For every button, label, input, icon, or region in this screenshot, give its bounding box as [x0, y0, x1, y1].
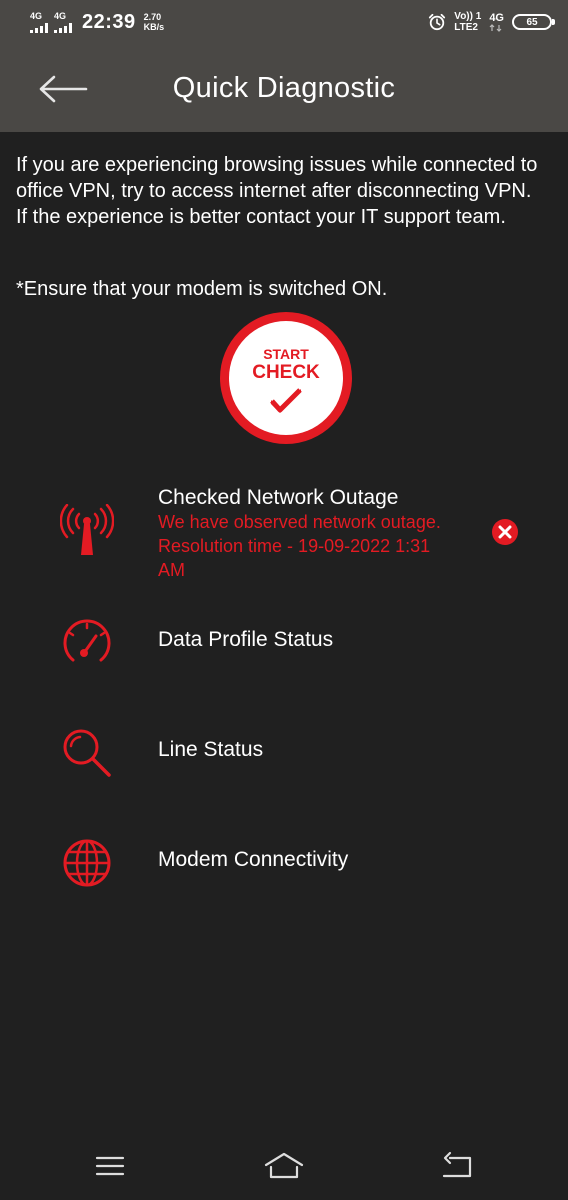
volte-indicator: Vo)) 1 LTE2: [454, 11, 481, 33]
menu-icon[interactable]: [88, 1150, 132, 1182]
check-label-network-outage: Checked Network Outage: [158, 486, 399, 509]
battery-level: 65: [526, 16, 538, 28]
network-outage-text: Checked Network Outage We have observed …: [158, 486, 478, 578]
battery-icon: 65: [512, 14, 555, 30]
volte-top-label: Vo)) 1: [454, 11, 482, 22]
check-item-network-outage[interactable]: Checked Network Outage We have observed …: [0, 486, 568, 578]
modem-note: *Ensure that your modem is switched ON.: [16, 278, 388, 300]
speedometer-icon: [63, 619, 111, 662]
status-bar: 4G 4G 22:39 2.70 KB/s Vo)) 1 LTE2 4G 65: [0, 0, 568, 44]
network-outage-message: We have observed network outage. Resolut…: [158, 512, 441, 578]
check-label-line-status: Line Status: [158, 738, 264, 761]
search-icon: [63, 729, 111, 777]
tower-icon: [60, 504, 114, 555]
check-label-modem-connectivity: Modem Connectivity: [158, 848, 349, 871]
error-x-icon: [492, 519, 518, 545]
home-icon[interactable]: [262, 1150, 306, 1182]
sim2-signal: 4G: [54, 10, 72, 33]
start-check-button[interactable]: START CHECK: [220, 312, 352, 444]
vpn-info-message: If you are experiencing browsing issues …: [16, 154, 538, 228]
data-network-label: 4G: [489, 11, 504, 24]
check-label-data-profile: Data Profile Status: [158, 628, 334, 651]
check-item-line-status[interactable]: Line Status: [0, 724, 568, 780]
signal-bars-icon: [54, 22, 72, 33]
signal-bars-icon: [30, 22, 48, 33]
status-time: 22:39: [82, 10, 136, 33]
back-icon[interactable]: [436, 1150, 480, 1182]
page-title: Quick Diagnostic: [172, 72, 396, 104]
status-bar-left: 4G 4G 22:39 2.70 KB/s: [30, 8, 164, 36]
alarm-icon: [429, 13, 446, 31]
sim2-network-label: 4G: [54, 10, 67, 21]
system-nav-bar: [0, 1130, 568, 1200]
globe-icon: [63, 839, 111, 887]
app-header: Quick Diagnostic: [0, 44, 568, 132]
sim1-signal: 4G: [30, 10, 48, 33]
check-item-modem-connectivity[interactable]: Modem Connectivity: [0, 834, 568, 890]
data-arrows-icon: [489, 23, 502, 32]
sim1-network-label: 4G: [30, 10, 43, 21]
data-network-indicator: 4G: [489, 11, 504, 32]
status-bar-right: Vo)) 1 LTE2 4G 65: [428, 8, 555, 36]
network-speed: 2.70 KB/s: [144, 12, 165, 32]
start-check-inner: START CHECK: [229, 321, 343, 435]
start-check-line2: CHECK: [252, 362, 320, 383]
start-check-line1: START: [263, 346, 309, 362]
checkmark-icon: [270, 388, 302, 413]
network-speed-unit: KB/s: [143, 22, 165, 32]
check-item-data-profile[interactable]: Data Profile Status: [0, 614, 568, 670]
volte-bottom-label: LTE2: [454, 22, 478, 33]
battery-tip: [552, 19, 555, 25]
network-speed-value: 2.70: [143, 12, 162, 22]
